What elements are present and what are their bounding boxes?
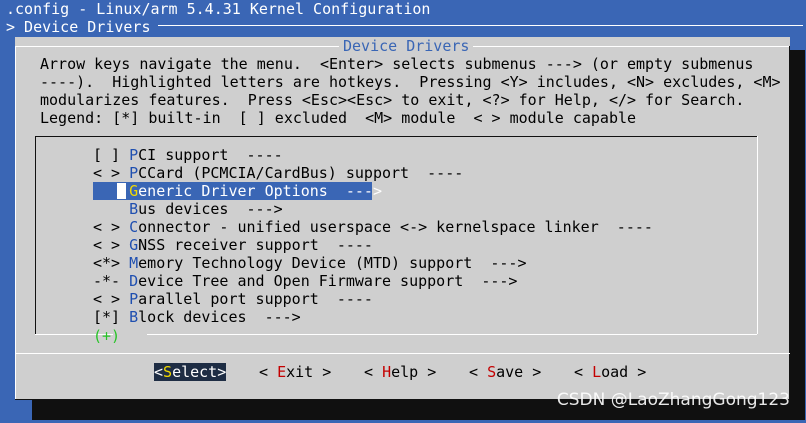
- dialog-frame-right: [789, 46, 790, 400]
- item-state: < >: [93, 236, 130, 254]
- device-drivers-dialog: Device Drivers Arrow keys navigate the m…: [15, 37, 790, 400]
- menu-item-generic-driver-options[interactable]: Generic Driver Options --->: [93, 182, 382, 200]
- save-button[interactable]: < Save >: [469, 363, 541, 381]
- item-hotkey: P: [129, 290, 139, 308]
- help-button[interactable]: < Help >: [364, 363, 436, 381]
- item-state: [*]: [93, 308, 130, 326]
- menu-frame-left: [35, 136, 36, 334]
- menu-item-block-devices[interactable]: [*] Block devices --->: [93, 308, 301, 326]
- help-line-2: ----). Highlighted letters are hotkeys. …: [40, 73, 781, 91]
- button-separator: [15, 353, 790, 354]
- menu-frame-top: [35, 136, 757, 137]
- help-line-3: modularizes features. Press <Esc><Esc> t…: [40, 91, 745, 109]
- item-label: arallel port support ----: [138, 290, 373, 308]
- item-label: eneric Driver Options --->: [138, 182, 382, 200]
- menu-item-connector[interactable]: < > Connector - unified userspace <-> ke…: [93, 218, 653, 236]
- watermark: CSDN @LaoZhangGong123: [556, 390, 790, 410]
- window-title: .config - Linux/arm 5.4.31 Kernel Config…: [6, 0, 431, 18]
- item-state: -*-: [93, 272, 130, 290]
- legend-line: Legend: [*] built-in [ ] excluded <M> mo…: [40, 109, 637, 127]
- dialog-title: Device Drivers: [339, 37, 474, 55]
- item-state: < >: [93, 164, 130, 182]
- item-hotkey: D: [129, 272, 139, 290]
- menu-frame-bottom-right: [147, 334, 757, 335]
- item-hotkey: B: [129, 200, 139, 218]
- menu-frame-right: [757, 136, 758, 334]
- menu-item-pci[interactable]: [ ] PCI support ----: [93, 146, 283, 164]
- help-line-1: Arrow keys navigate the menu. <Enter> se…: [40, 55, 754, 73]
- item-hotkey: C: [129, 218, 139, 236]
- menu-item-pccard[interactable]: < > PCCard (PCMCIA/CardBus) support ----: [93, 164, 463, 182]
- item-hotkey: G: [129, 182, 139, 200]
- item-label: evice Tree and Open Firmware support ---…: [138, 272, 518, 290]
- menu-item-bus-devices[interactable]: Bus devices --->: [93, 200, 283, 218]
- item-label: CI support ----: [138, 146, 283, 164]
- item-label: NSS receiver support ----: [138, 236, 373, 254]
- item-label: CCard (PCMCIA/CardBus) support ----: [138, 164, 464, 182]
- item-label: lock devices --->: [138, 308, 301, 326]
- item-state: <*>: [93, 254, 130, 272]
- breadcrumb: > Device Drivers: [6, 18, 151, 36]
- menu-item-device-tree[interactable]: -*- Device Tree and Open Firmware suppor…: [93, 272, 517, 290]
- dialog-frame-left: [15, 46, 16, 400]
- item-hotkey: B: [129, 308, 139, 326]
- breadcrumb-rule: [158, 25, 803, 26]
- menu-item-mtd[interactable]: <*> Memory Technology Device (MTD) suppo…: [93, 254, 526, 272]
- item-state: [ ]: [93, 146, 130, 164]
- item-hotkey: M: [129, 254, 139, 272]
- load-button[interactable]: < Load >: [574, 363, 646, 381]
- item-state: < >: [93, 290, 130, 308]
- item-label: emory Technology Device (MTD) support --…: [138, 254, 527, 272]
- exit-button[interactable]: < Exit >: [259, 363, 331, 381]
- item-label: onnector - unified userspace <-> kernels…: [138, 218, 653, 236]
- item-label: us devices --->: [138, 200, 283, 218]
- menu-list: [ ] PCI support ---- < > PCCard (PCMCIA/…: [35, 136, 758, 335]
- more-items-indicator: (+): [93, 327, 121, 345]
- item-hotkey: G: [129, 236, 139, 254]
- item-state: [93, 200, 129, 218]
- select-button[interactable]: <Select>: [154, 363, 227, 381]
- menu-item-gnss[interactable]: < > GNSS receiver support ----: [93, 236, 373, 254]
- item-hotkey: P: [129, 164, 139, 182]
- menu-item-parallel-port[interactable]: < > Parallel port support ----: [93, 290, 373, 308]
- cursor-block: [117, 183, 126, 199]
- item-hotkey: P: [129, 146, 139, 164]
- item-state: < >: [93, 218, 130, 236]
